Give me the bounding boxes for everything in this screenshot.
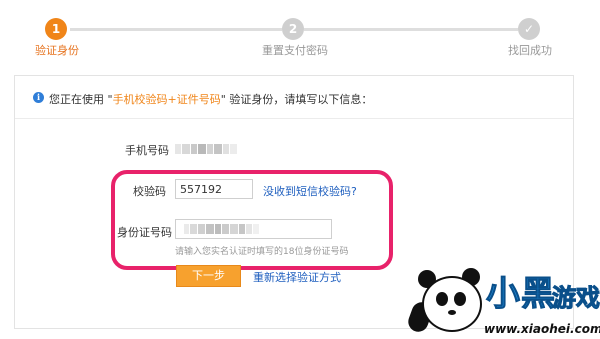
- notice-text: 您正在使用 "手机校验码+证件号码" 验证身份，请填写以下信息：: [49, 91, 372, 107]
- notice-bar: i 您正在使用 "手机校验码+证件号码" 验证身份，请填写以下信息：: [15, 76, 573, 119]
- logo-url-text: www.xiaohei.com: [484, 322, 600, 336]
- progress-steps: 1 验证身份 2 重置支付密码 ✓ 找回成功: [0, 0, 600, 62]
- logo-brand-text: 小黑: [486, 274, 556, 315]
- step-3-label: 找回成功: [508, 44, 552, 57]
- info-icon: i: [33, 92, 44, 103]
- panda-mascot-icon: [422, 276, 482, 332]
- progress-line-1: [70, 28, 282, 31]
- step-1-label: 验证身份: [35, 44, 79, 57]
- reselect-method-link[interactable]: 重新选择验证方式: [253, 269, 341, 285]
- panda-nose: [448, 310, 456, 315]
- notice-method: 手机校验码+证件号码: [112, 93, 221, 106]
- step-1-circle: 1: [45, 18, 67, 40]
- notice-suffix: " 验证身份，请填写以下信息：: [220, 93, 373, 106]
- masked-phone-number: [175, 144, 238, 154]
- progress-line-2: [304, 28, 518, 31]
- next-step-button[interactable]: 下一步: [176, 265, 241, 287]
- step-3-check-icon: ✓: [518, 18, 540, 40]
- notice-prefix: 您正在使用 ": [49, 93, 113, 106]
- step-2-circle: 2: [282, 18, 304, 40]
- panda-eye-right: [454, 292, 466, 306]
- logo-brand-text-2: 游戏: [552, 284, 600, 313]
- xiaohei-watermark-logo: 小黑 游戏 www.xiaohei.com: [404, 258, 600, 339]
- highlight-annotation: [111, 170, 393, 270]
- panda-eye-left: [436, 292, 448, 306]
- phone-label: 手机号码: [125, 144, 169, 157]
- step-2-label: 重置支付密码: [262, 44, 328, 57]
